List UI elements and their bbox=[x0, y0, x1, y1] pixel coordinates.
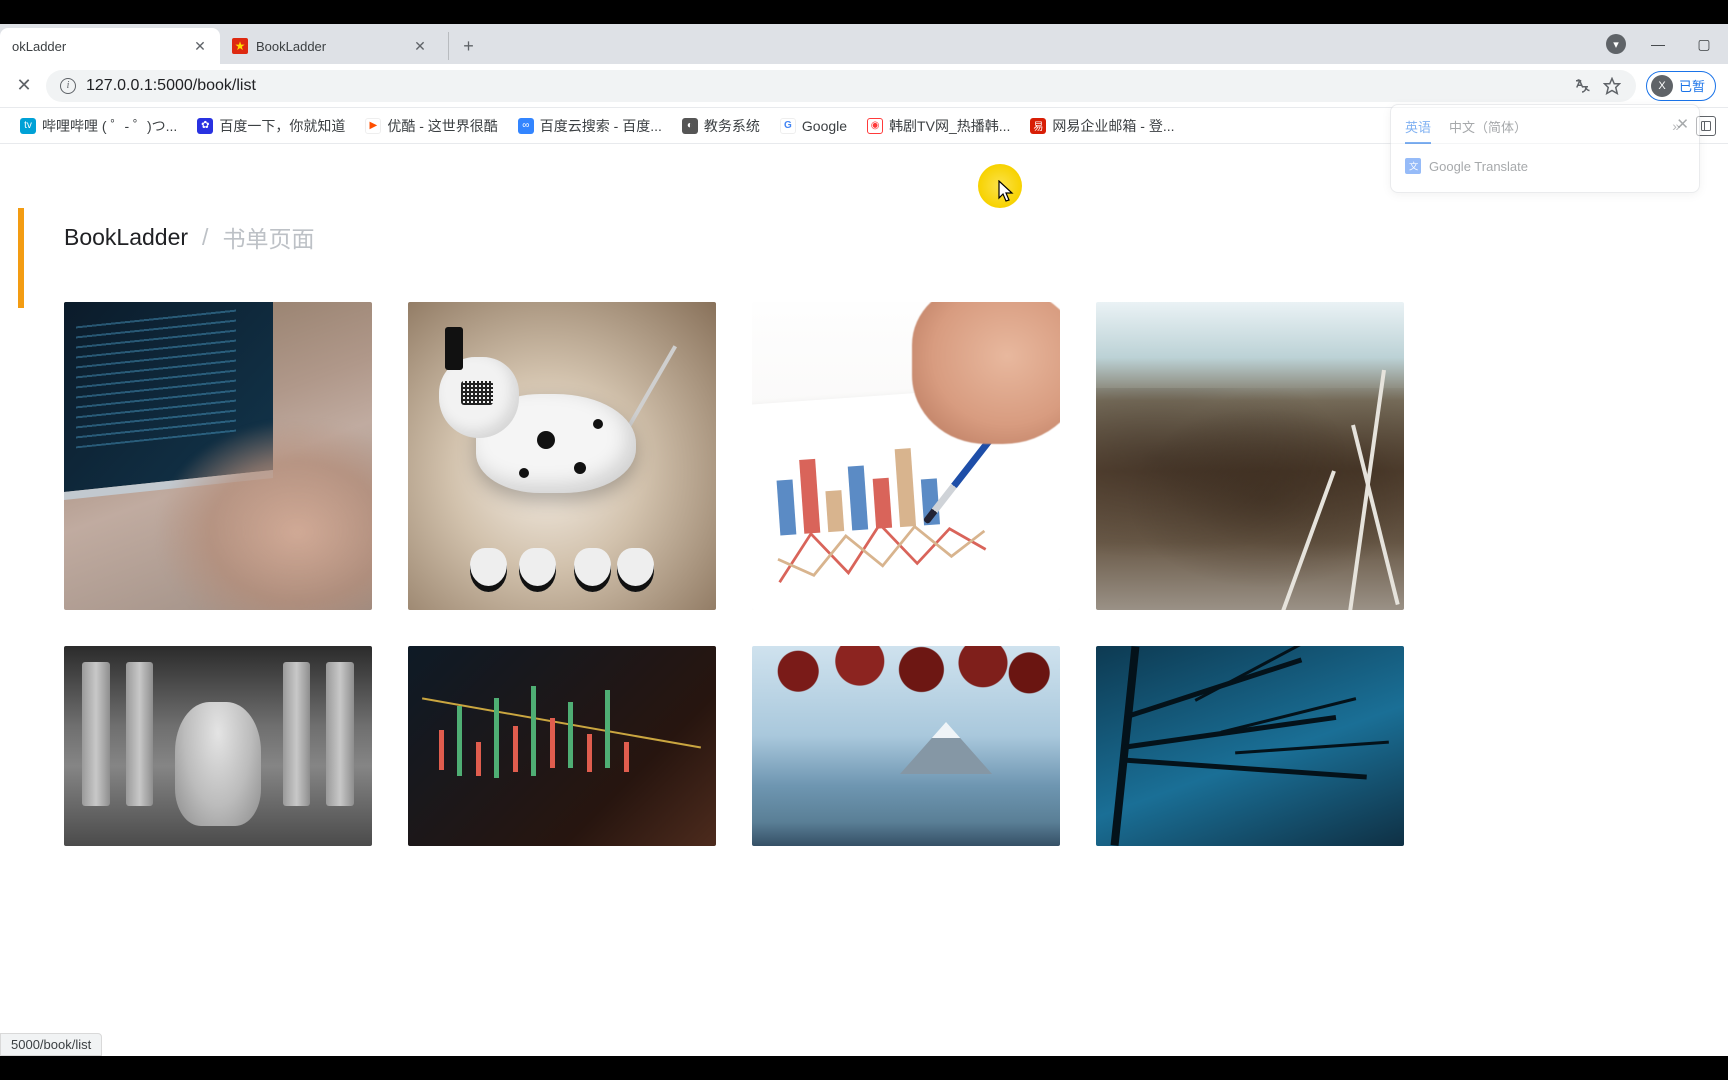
sidebar-accent bbox=[18, 208, 24, 308]
card-robot-dog[interactable] bbox=[408, 302, 716, 610]
bookmark-icon: 易 bbox=[1030, 118, 1046, 134]
site-info-icon[interactable]: i bbox=[60, 78, 76, 94]
bookmark-163mail[interactable]: 易 网易企业邮箱 - 登... bbox=[1022, 112, 1182, 140]
bookmark-youku[interactable]: ▶ 优酷 - 这世界很酷 bbox=[357, 112, 505, 140]
bookmark-label: 韩剧TV网_热播韩... bbox=[889, 116, 1010, 136]
address-bar-row: ✕ i 127.0.0.1:5000/book/list X 已暂 bbox=[0, 64, 1728, 108]
card-candlestick[interactable] bbox=[408, 646, 716, 846]
tab-strip: okLadder ✕ ★ BookLadder ✕ + ▾ — ▢ bbox=[0, 24, 1728, 64]
bookmark-icon: ∞ bbox=[518, 118, 534, 134]
translate-popup: ✕ 英语 中文（简体） 文 Google Translate bbox=[1390, 104, 1700, 193]
breadcrumb-current: 书单页面 bbox=[222, 220, 314, 254]
translate-provider-label: Google Translate bbox=[1429, 159, 1528, 174]
card-mountain-road[interactable] bbox=[1096, 302, 1404, 610]
tab-title: BookLadder bbox=[256, 39, 412, 54]
bookmark-label: 百度云搜索 - 百度... bbox=[540, 116, 662, 136]
minimize-icon[interactable]: — bbox=[1644, 30, 1672, 58]
bookmark-baiduyun[interactable]: ∞ 百度云搜索 - 百度... bbox=[510, 112, 670, 140]
close-icon[interactable]: ✕ bbox=[192, 38, 208, 54]
translate-tabs: 英语 中文（简体） bbox=[1405, 117, 1685, 144]
url-text: 127.0.0.1:5000/book/list bbox=[86, 77, 1562, 95]
translate-icon[interactable] bbox=[1572, 76, 1592, 96]
card-dark-tree[interactable] bbox=[1096, 646, 1404, 846]
close-icon[interactable]: ✕ bbox=[412, 38, 428, 54]
browser-tab-inactive[interactable]: ★ BookLadder ✕ bbox=[220, 28, 440, 64]
bookmark-bilibili[interactable]: tv 哔哩哔哩 ( ゜- ゜)つ... bbox=[12, 112, 185, 140]
translate-body: 文 Google Translate bbox=[1405, 158, 1685, 174]
card-statue[interactable] bbox=[64, 646, 372, 846]
bookmark-hanju[interactable]: ◉ 韩剧TV网_热播韩... bbox=[859, 112, 1018, 140]
user-label: 已暂 bbox=[1679, 76, 1705, 95]
bookmark-label: 教务系统 bbox=[704, 116, 760, 136]
close-icon[interactable]: ✕ bbox=[1676, 115, 1689, 133]
bookmark-icon: ▶ bbox=[365, 118, 381, 134]
bookmark-icon: ◉ bbox=[867, 118, 883, 134]
bookmark-label: 百度一下，你就知道 bbox=[219, 116, 345, 136]
google-translate-icon: 文 bbox=[1405, 158, 1421, 174]
card-grid bbox=[0, 254, 1728, 846]
svg-text:文: 文 bbox=[1409, 160, 1418, 171]
bookmark-label: 哔哩哔哩 ( ゜- ゜)つ... bbox=[42, 116, 177, 136]
new-tab-button[interactable]: + bbox=[448, 32, 476, 60]
bookmark-icon: ◐ bbox=[682, 118, 698, 134]
breadcrumb-root[interactable]: BookLadder bbox=[64, 224, 188, 251]
bookmark-jiaowu[interactable]: ◐ 教务系统 bbox=[674, 112, 768, 140]
bookmark-icon: G bbox=[780, 118, 796, 134]
maximize-icon[interactable]: ▢ bbox=[1690, 30, 1718, 58]
bookmark-google[interactable]: G Google bbox=[772, 114, 855, 138]
bookmark-label: 优酷 - 这世界很酷 bbox=[387, 116, 497, 136]
card-fuji[interactable] bbox=[752, 646, 1060, 846]
bookmark-label: 网易企业邮箱 - 登... bbox=[1052, 116, 1174, 136]
status-bar: 5000/book/list bbox=[0, 1033, 102, 1056]
browser-window: okLadder ✕ ★ BookLadder ✕ + ▾ — ▢ ✕ i 12… bbox=[0, 24, 1728, 1056]
bookmark-icon: tv bbox=[20, 118, 36, 134]
bookmark-baidu[interactable]: ✿ 百度一下，你就知道 bbox=[189, 112, 353, 140]
breadcrumb-separator: / bbox=[202, 224, 208, 251]
bookmark-label: Google bbox=[802, 118, 847, 134]
tab-favicon-icon: ★ bbox=[232, 38, 248, 54]
star-icon[interactable] bbox=[1602, 76, 1622, 96]
browser-tab-active[interactable]: okLadder ✕ bbox=[0, 28, 220, 64]
page-content: BookLadder / 书单页面 bbox=[0, 144, 1728, 1056]
address-bar[interactable]: i 127.0.0.1:5000/book/list bbox=[46, 70, 1636, 102]
user-profile-button[interactable]: X 已暂 bbox=[1646, 71, 1716, 101]
stop-reload-icon[interactable]: ✕ bbox=[12, 74, 36, 98]
tab-title: okLadder bbox=[12, 39, 192, 54]
avatar: X bbox=[1651, 75, 1673, 97]
bookmark-icon: ✿ bbox=[197, 118, 213, 134]
translate-tab-source[interactable]: 英语 bbox=[1405, 117, 1431, 144]
card-pen-chart[interactable] bbox=[752, 302, 1060, 610]
profile-menu-icon[interactable]: ▾ bbox=[1606, 34, 1626, 54]
card-laptop-coding[interactable] bbox=[64, 302, 372, 610]
translate-tab-target[interactable]: 中文（简体） bbox=[1449, 117, 1527, 144]
window-controls: ▾ — ▢ bbox=[1606, 24, 1728, 64]
